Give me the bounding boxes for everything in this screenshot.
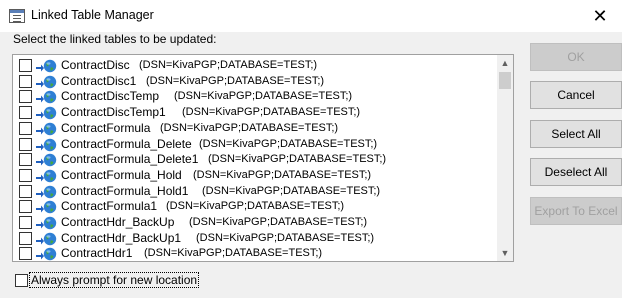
linked-table-globe-icon: [36, 201, 57, 214]
table-name: ContractDiscTemp1: [61, 105, 166, 120]
table-connection: (DSN=KivaPGP;DATABASE=TEST;): [193, 168, 372, 181]
table-row[interactable]: ContractDisc (DSN=KivaPGP;DATABASE=TEST;): [13, 57, 498, 73]
table-connection: (DSN=KivaPGP;DATABASE=TEST;): [166, 200, 345, 213]
table-manager-icon: [9, 9, 25, 23]
always-prompt-checkbox[interactable]: [15, 274, 28, 287]
table-checkbox[interactable]: [19, 74, 32, 88]
table-row[interactable]: ContractDiscTemp (DSN=KivaPGP;DATABASE=TE…: [13, 88, 498, 104]
table-connection: (DSN=KivaPGP;DATABASE=TEST;): [174, 90, 353, 103]
table-row[interactable]: ContractFormula_Hold1 (DSN=KivaPGP;DATABA…: [13, 183, 498, 199]
table-checkbox[interactable]: [19, 137, 32, 151]
table-name: ContractFormula: [61, 120, 151, 135]
linked-tables-list[interactable]: ContractDisc (DSN=KivaPGP;DATABASE=TEST;)…: [12, 54, 514, 262]
table-row[interactable]: ContractFormula1 (DSN=KivaPGP;DATABASE=TE…: [13, 198, 498, 214]
table-connection: (DSN=KivaPGP;DATABASE=TEST;): [189, 216, 368, 228]
export-to-excel-button[interactable]: Export To Excel: [530, 197, 622, 225]
window-title: Linked Table Manager: [31, 8, 154, 22]
table-name: ContractHdr_BackUp1: [61, 230, 182, 245]
cancel-button[interactable]: Cancel: [530, 81, 622, 109]
table-name: ContractFormula_Hold: [61, 167, 182, 182]
table-row[interactable]: ContractFormula_Delete (DSN=KivaPGP;DATAB…: [13, 136, 498, 152]
table-connection: (DSN=KivaPGP;DATABASE=TEST;): [208, 153, 387, 166]
table-checkbox[interactable]: [19, 200, 32, 214]
linked-table-globe-icon: [36, 75, 57, 88]
linked-table-globe-icon: [36, 169, 57, 183]
table-connection: (DSN=KivaPGP;DATABASE=TEST;): [139, 59, 318, 71]
linked-table-globe-icon: [36, 216, 57, 230]
table-connection: (DSN=KivaPGP;DATABASE=TEST;): [160, 121, 339, 134]
table-checkbox[interactable]: [19, 90, 32, 104]
linked-table-globe-icon: [36, 153, 57, 167]
table-name: ContractFormula_Delete: [61, 136, 192, 151]
table-name: ContractHdr1: [61, 246, 133, 261]
table-row[interactable]: ContractFormula (DSN=KivaPGP;DATABASE=TES…: [13, 120, 498, 136]
table-row[interactable]: ContractDisc1 (DSN=KivaPGP;DATABASE=TEST;…: [13, 73, 498, 89]
table-checkbox[interactable]: [19, 121, 32, 135]
table-name: ContractDisc: [61, 58, 130, 72]
table-connection: (DSN=KivaPGP;DATABASE=TEST;): [144, 247, 323, 260]
table-connection: (DSN=KivaPGP;DATABASE=TEST;): [202, 184, 381, 197]
table-connection: (DSN=KivaPGP;DATABASE=TEST;): [196, 231, 375, 244]
linked-table-globe-icon: [36, 91, 57, 104]
table-checkbox[interactable]: [19, 168, 32, 182]
select-all-button[interactable]: Select All: [530, 120, 622, 148]
table-name: ContractFormula_Hold1: [61, 183, 189, 198]
table-name: ContractDisc1: [61, 73, 137, 88]
instruction-label: Select the linked tables to be updated:: [13, 32, 217, 46]
table-name: ContractFormula_Delete1: [61, 152, 199, 167]
table-connection: (DSN=KivaPGP;DATABASE=TEST;): [182, 106, 361, 119]
linked-table-globe-icon: [36, 122, 57, 135]
table-name: ContractDiscTemp: [61, 89, 160, 104]
linked-table-globe-icon: [36, 138, 57, 151]
deselect-all-button[interactable]: Deselect All: [530, 158, 622, 186]
table-name: ContractFormula1: [61, 199, 158, 214]
always-prompt-option[interactable]: Always prompt for new location: [15, 272, 200, 290]
table-row[interactable]: ContractDiscTemp1 (DSN=KivaPGP;DATABASE=T…: [13, 104, 498, 120]
table-checkbox[interactable]: [19, 59, 32, 72]
chevron-up-icon[interactable]: ▲: [497, 55, 513, 71]
table-connection: (DSN=KivaPGP;DATABASE=TEST;): [146, 74, 325, 87]
always-prompt-label[interactable]: Always prompt for new location: [28, 272, 200, 288]
table-checkbox[interactable]: [19, 184, 32, 198]
table-row[interactable]: ContractHdr1 (DSN=KivaPGP;DATABASE=TEST;): [13, 245, 498, 261]
ok-button[interactable]: OK: [530, 43, 622, 71]
table-name: ContractHdr_BackUp: [61, 215, 175, 229]
table-row[interactable]: ContractFormula_Hold (DSN=KivaPGP;DATABAS…: [13, 167, 498, 183]
table-row[interactable]: ContractHdr_BackUp1 (DSN=KivaPGP;DATABASE…: [13, 230, 498, 246]
linked-table-globe-icon: [36, 106, 57, 120]
linked-table-globe-icon: [36, 232, 57, 245]
table-row[interactable]: ContractHdr_BackUp (DSN=KivaPGP;DATABASE=…: [13, 214, 498, 230]
chevron-down-icon[interactable]: ▼: [497, 245, 513, 261]
title-bar: Linked Table Manager ✕: [0, 0, 622, 32]
scroll-thumb[interactable]: [499, 72, 511, 89]
table-checkbox[interactable]: [19, 231, 32, 245]
table-checkbox[interactable]: [19, 106, 32, 120]
table-checkbox[interactable]: [19, 153, 32, 167]
linked-table-globe-icon: [36, 185, 57, 198]
table-connection: (DSN=KivaPGP;DATABASE=TEST;): [199, 137, 378, 150]
linked-table-globe-icon: [36, 59, 57, 73]
table-row[interactable]: ContractFormula_Delete1 (DSN=KivaPGP;DATA…: [13, 151, 498, 167]
linked-table-globe-icon: [36, 248, 57, 261]
vertical-scrollbar[interactable]: ▲ ▼: [497, 55, 513, 261]
close-button[interactable]: ✕: [578, 0, 622, 32]
table-checkbox[interactable]: [19, 216, 32, 229]
table-checkbox[interactable]: [19, 247, 32, 261]
